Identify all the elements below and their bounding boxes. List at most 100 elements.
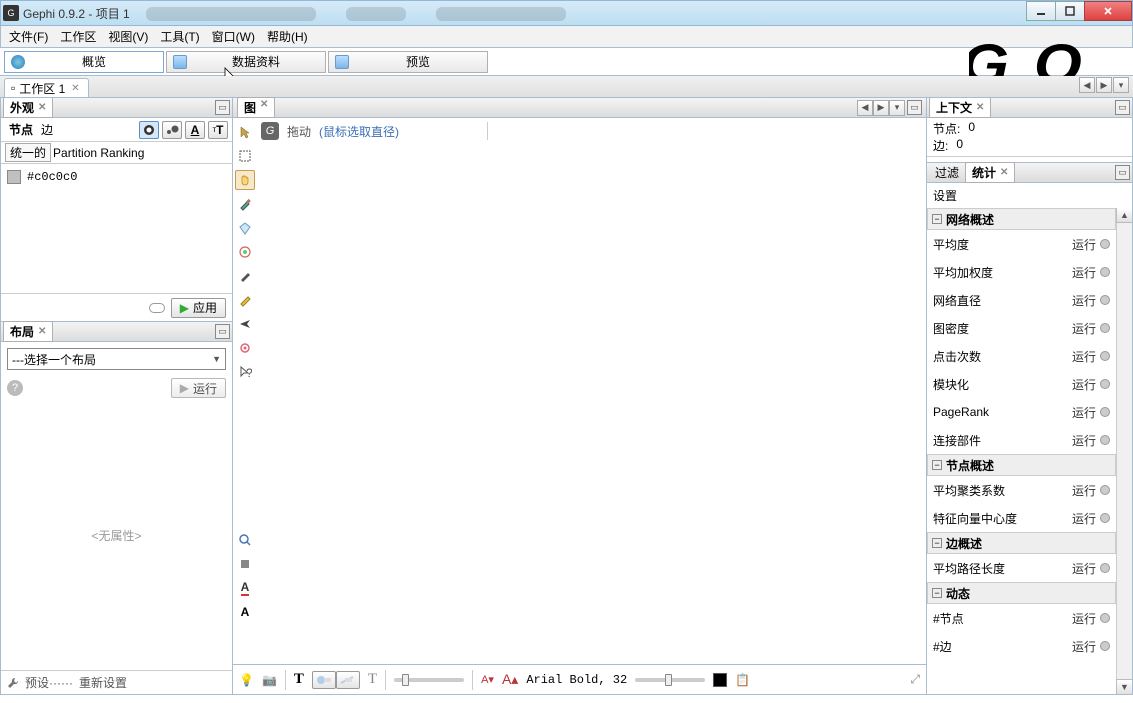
panel-close-icon[interactable]: ✕	[38, 102, 46, 113]
stat-run-link[interactable]: 运行	[1072, 320, 1096, 337]
panel-close-icon[interactable]: ✕	[260, 99, 268, 116]
graph-prev-button[interactable]: ◀	[857, 100, 873, 116]
stat-run-link[interactable]: 运行	[1072, 432, 1096, 449]
ptab-overview[interactable]: 概览	[4, 51, 164, 73]
text-t-icon[interactable]: T	[294, 671, 304, 688]
tool-airplane-icon[interactable]	[235, 314, 255, 334]
bulb-icon[interactable]: 💡	[239, 673, 254, 687]
label-mode-icon[interactable]: T	[368, 671, 377, 688]
ws-next-button[interactable]: ▶	[1096, 77, 1112, 93]
maximize-button[interactable]	[1055, 1, 1085, 21]
stat-run-link[interactable]: 运行	[1072, 482, 1096, 499]
cat-network[interactable]: −网络概述	[927, 208, 1116, 230]
tool-marquee-icon[interactable]	[235, 146, 255, 166]
tool-pencil-icon[interactable]	[235, 266, 255, 286]
presets-link[interactable]: 预设······	[25, 674, 73, 691]
stat-dot-icon[interactable]	[1100, 379, 1110, 389]
stat-dot-icon[interactable]	[1100, 485, 1110, 495]
menu-window[interactable]: 窗口(W)	[208, 28, 259, 45]
chain-icon[interactable]	[149, 303, 165, 313]
appearance-partition[interactable]: Partition Ranking	[53, 146, 144, 160]
close-tab-icon[interactable]: ✕	[69, 83, 81, 94]
tool-label-icon[interactable]: A	[235, 602, 255, 622]
label-color-icon[interactable]: A	[185, 121, 205, 139]
font-larger-icon[interactable]: A▴	[502, 671, 518, 688]
menu-view[interactable]: 视图(V)	[104, 28, 152, 45]
panel-minimize-icon[interactable]: ▭	[215, 100, 230, 115]
camera-icon[interactable]: 📷	[262, 673, 277, 687]
graph-canvas[interactable]: G 拖动 (鼠标选取直径) ? A	[233, 118, 926, 664]
stat-dot-icon[interactable]	[1100, 435, 1110, 445]
graph-next-button[interactable]: ▶	[873, 100, 889, 116]
stat-dot-icon[interactable]	[1100, 613, 1110, 623]
stat-run-link[interactable]: 运行	[1072, 292, 1096, 309]
layout-select[interactable]: ---选择一个布局 ▼	[7, 348, 226, 370]
attributes-icon[interactable]: 📋	[735, 673, 750, 687]
tool-sizer-icon[interactable]	[235, 242, 255, 262]
tool-zoom-icon[interactable]	[235, 530, 255, 550]
tool-labelcolor-icon[interactable]: A	[235, 578, 255, 598]
stat-run-link[interactable]: 运行	[1072, 560, 1096, 577]
menu-tools[interactable]: 工具(T)	[156, 28, 203, 45]
tool-whatsthis-icon[interactable]: ?	[235, 362, 255, 382]
panel-close-icon[interactable]: ✕	[38, 326, 46, 337]
stats-settings[interactable]: 设置	[927, 183, 1132, 208]
tab-stats[interactable]: 统计	[972, 164, 996, 181]
panel-minimize-icon[interactable]: ▭	[1115, 165, 1130, 180]
tool-brush-icon[interactable]	[235, 194, 255, 214]
show-edge-labels-icon[interactable]	[336, 671, 360, 689]
ptab-datalab[interactable]: 数据资料	[166, 51, 326, 73]
panel-close-icon[interactable]: ✕	[976, 102, 984, 113]
layout-run-button[interactable]: ▶ 运行	[171, 378, 226, 398]
tool-diamond-icon[interactable]	[235, 218, 255, 238]
panel-close-icon[interactable]: ✕	[1000, 167, 1008, 178]
stat-dot-icon[interactable]	[1100, 641, 1110, 651]
subtab-nodes[interactable]: 节点	[5, 119, 37, 140]
stat-dot-icon[interactable]	[1100, 295, 1110, 305]
tool-reset-icon[interactable]	[235, 554, 255, 574]
appearance-unified[interactable]: 统一的	[5, 143, 51, 162]
cat-edge[interactable]: −边概述	[927, 532, 1116, 554]
workspace-tab-1[interactable]: ▫ 工作区 1 ✕	[4, 78, 89, 97]
stat-run-link[interactable]: 运行	[1072, 404, 1096, 421]
stats-scrollbar[interactable]: ▲▼	[1116, 208, 1132, 694]
size-mode-icon[interactable]	[162, 121, 182, 139]
menu-workspace[interactable]: 工作区	[56, 28, 100, 45]
ptab-preview[interactable]: 预览	[328, 51, 488, 73]
subtab-edges[interactable]: 边	[37, 119, 57, 140]
stat-dot-icon[interactable]	[1100, 323, 1110, 333]
wrench-icon[interactable]	[7, 677, 19, 689]
stat-run-link[interactable]: 运行	[1072, 510, 1096, 527]
stat-dot-icon[interactable]	[1100, 407, 1110, 417]
tool-pointer-icon[interactable]	[235, 122, 255, 142]
stat-run-link[interactable]: 运行	[1072, 264, 1096, 281]
color-swatch[interactable]	[7, 170, 21, 184]
reset-link[interactable]: 重新设置	[79, 674, 127, 691]
label-size-icon[interactable]: тT	[208, 121, 228, 139]
cat-dynamic[interactable]: −动态	[927, 582, 1116, 604]
menu-help[interactable]: 帮助(H)	[263, 28, 312, 45]
ws-prev-button[interactable]: ◀	[1079, 77, 1095, 93]
stat-dot-icon[interactable]	[1100, 351, 1110, 361]
stat-run-link[interactable]: 运行	[1072, 236, 1096, 253]
show-node-labels-icon[interactable]	[312, 671, 336, 689]
tool-hand-icon[interactable]	[235, 170, 255, 190]
font-label[interactable]: Arial Bold, 32	[526, 673, 627, 687]
stat-run-link[interactable]: 运行	[1072, 638, 1096, 655]
menu-file[interactable]: 文件(F)	[5, 28, 52, 45]
stat-dot-icon[interactable]	[1100, 563, 1110, 573]
tab-filter[interactable]: 过滤	[929, 163, 965, 182]
label-color-box[interactable]	[713, 673, 727, 687]
font-smaller-icon[interactable]: A▾	[481, 673, 494, 686]
panel-minimize-icon[interactable]: ▭	[907, 100, 922, 115]
stat-dot-icon[interactable]	[1100, 267, 1110, 277]
ws-menu-button[interactable]: ▾	[1113, 77, 1129, 93]
apply-button[interactable]: ▶ 应用	[171, 298, 226, 318]
panel-minimize-icon[interactable]: ▭	[215, 324, 230, 339]
stat-dot-icon[interactable]	[1100, 239, 1110, 249]
close-button[interactable]	[1084, 1, 1132, 21]
tool-gear-icon[interactable]	[235, 338, 255, 358]
edge-weight-slider[interactable]	[394, 678, 464, 682]
help-icon[interactable]: ?	[7, 380, 23, 396]
tool-edge-pencil-icon[interactable]	[235, 290, 255, 310]
